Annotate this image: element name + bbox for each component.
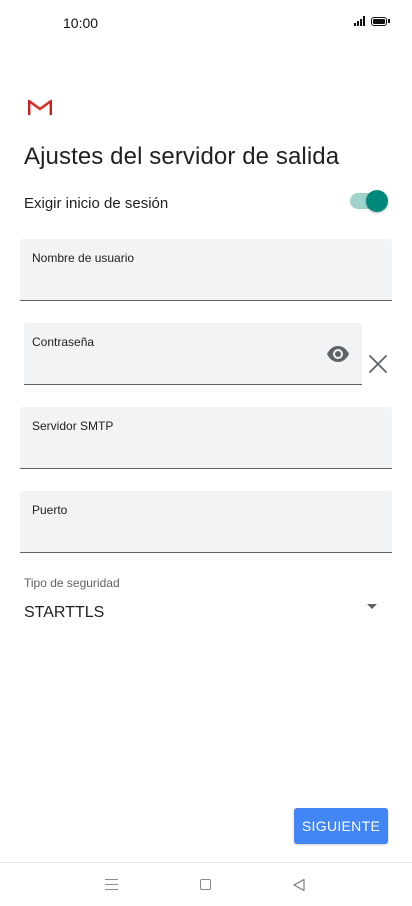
status-icons [354, 16, 390, 26]
back-icon[interactable] [292, 878, 306, 892]
smtp-server-label: Servidor SMTP [32, 419, 114, 433]
signal-icon [354, 16, 365, 26]
require-login-label: Exigir inicio de sesión [24, 195, 169, 212]
gmail-logo-icon [28, 99, 52, 115]
smtp-server-field[interactable]: Servidor SMTP [20, 407, 392, 469]
toggle-knob [366, 190, 388, 212]
next-button[interactable]: SIGUIENTE [294, 808, 388, 844]
require-login-row: Exigir inicio de sesión [24, 190, 388, 218]
status-bar: 10:00 [0, 0, 412, 46]
battery-icon [371, 16, 387, 26]
security-type-value: STARTTLS [24, 604, 105, 621]
navigation-bar [0, 862, 412, 906]
password-label: Contraseña [32, 335, 95, 349]
username-label: Nombre de usuario [32, 251, 135, 265]
battery-tip [388, 19, 390, 23]
username-field[interactable]: Nombre de usuario [20, 239, 392, 301]
eye-icon[interactable] [326, 345, 350, 363]
page-title: Ajustes del servidor de salida [24, 143, 340, 170]
require-login-toggle[interactable] [350, 190, 388, 212]
port-label: Puerto [32, 503, 68, 517]
security-type-label: Tipo de seguridad [24, 576, 120, 590]
status-time: 10:00 [63, 15, 99, 31]
password-field[interactable]: Contraseña [24, 323, 362, 385]
menu-icon[interactable] [105, 879, 118, 890]
close-icon[interactable] [368, 354, 388, 374]
port-field[interactable]: Puerto [20, 491, 392, 553]
dropdown-arrow-icon[interactable] [367, 604, 377, 609]
home-icon[interactable] [200, 879, 211, 890]
